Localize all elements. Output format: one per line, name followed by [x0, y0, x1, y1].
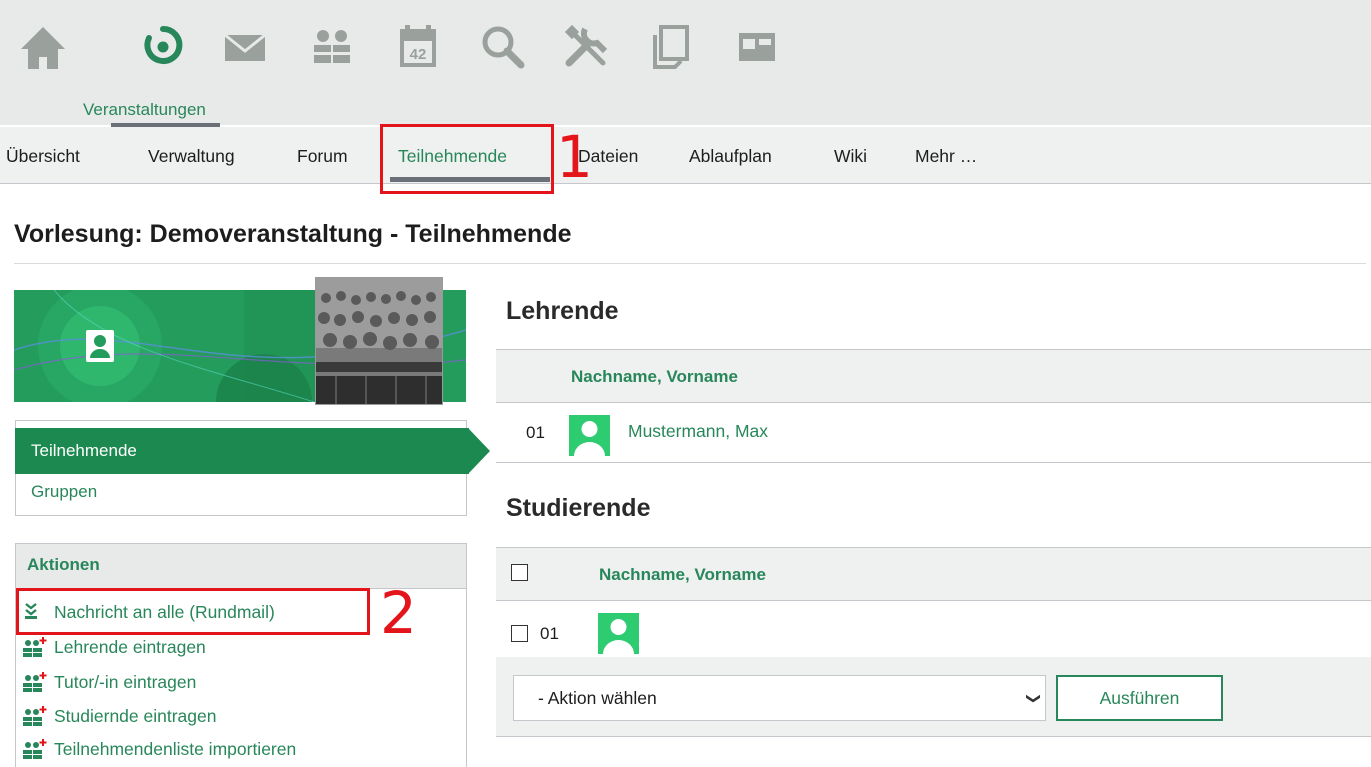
tab-wiki[interactable]: Wiki	[834, 146, 867, 167]
user-avatar-icon	[603, 619, 634, 654]
column-name-sort[interactable]: Nachname, Vorname	[571, 367, 738, 387]
search-icon[interactable]	[472, 16, 534, 78]
tab-teilnehmende[interactable]: Teilnehmende	[398, 146, 507, 167]
divider	[496, 462, 1371, 463]
sidebar-item-gruppen[interactable]: Gruppen	[31, 482, 97, 502]
action-select[interactable]: - Aktion wählen	[513, 675, 1046, 721]
row-number: 01	[540, 624, 559, 643]
add-person-icon	[23, 672, 47, 692]
action-label: Teilnehmendenliste importieren	[54, 738, 297, 759]
action-rundmail[interactable]: Nachricht an alle (Rundmail)	[22, 599, 275, 625]
active-tab-indicator	[390, 177, 550, 182]
column-name-sort[interactable]: Nachname, Vorname	[599, 565, 766, 585]
action-lehrende-eintragen[interactable]: Lehrende eintragen	[22, 634, 206, 660]
chevron-down-icon[interactable]: ❯	[1025, 693, 1042, 705]
action-label: Tutor/-in eintragen	[54, 671, 197, 692]
execute-button[interactable]: Ausführen	[1056, 675, 1223, 721]
add-person-icon	[23, 637, 47, 657]
course-navigation: Übersicht Verwaltung Forum Teilnehmende …	[0, 127, 1371, 184]
action-liste-importieren[interactable]: Teilnehmendenliste importieren	[22, 736, 296, 762]
tab-ablaufplan[interactable]: Ablaufplan	[689, 146, 772, 167]
students-table-header: Nachname, Vorname	[496, 547, 1371, 601]
active-item-arrow	[468, 428, 490, 474]
action-select-value: - Aktion wählen	[538, 687, 657, 708]
select-all-checkbox[interactable]	[511, 564, 528, 581]
row-number: 01	[526, 423, 545, 442]
lecturers-table-header: Nachname, Vorname	[496, 349, 1371, 403]
divider	[14, 263, 1366, 264]
avatar	[569, 415, 610, 456]
home-icon[interactable]	[12, 16, 74, 78]
add-person-icon	[23, 739, 47, 759]
community-icon[interactable]	[301, 16, 363, 78]
actions-title: Aktionen	[27, 555, 100, 574]
mail-all-icon	[25, 603, 37, 619]
lecturer-name-link[interactable]: Mustermann, Max	[628, 421, 768, 442]
calendar-day: 42	[410, 46, 427, 63]
tab-forum[interactable]: Forum	[297, 146, 348, 167]
action-label: Studiernde eintragen	[54, 705, 217, 726]
files-icon[interactable]	[640, 16, 702, 78]
avatar	[598, 613, 639, 654]
active-nav-label[interactable]: Veranstaltungen	[83, 100, 206, 120]
tab-verwaltung[interactable]: Verwaltung	[148, 146, 235, 167]
browse-icon[interactable]	[726, 16, 788, 78]
tools-icon[interactable]	[556, 16, 618, 78]
messages-icon[interactable]	[214, 16, 276, 78]
annotation-number-2: 2	[380, 579, 417, 647]
user-avatar-icon	[574, 421, 605, 456]
action-studierende-eintragen[interactable]: Studiernde eintragen	[22, 703, 216, 729]
action-label: Nachricht an alle (Rundmail)	[54, 601, 275, 622]
action-label: Lehrende eintragen	[54, 636, 206, 657]
courses-icon[interactable]	[132, 16, 194, 78]
course-photo	[315, 277, 443, 405]
students-title: Studierende	[506, 494, 651, 522]
action-tutor-eintragen[interactable]: Tutor/-in eintragen	[22, 669, 196, 695]
page-title: Vorlesung: Demoveranstaltung - Teilnehme…	[14, 220, 572, 248]
tab-uebersicht[interactable]: Übersicht	[6, 146, 80, 167]
sidebar-item-label[interactable]: Teilnehmende	[31, 441, 137, 461]
calendar-icon[interactable]: 42	[387, 16, 449, 78]
tab-mehr[interactable]: Mehr …	[915, 146, 977, 167]
lecturers-title: Lehrende	[506, 297, 619, 325]
row-checkbox[interactable]	[511, 625, 528, 642]
annotation-number-1: 1	[556, 123, 593, 191]
add-person-icon	[23, 706, 47, 726]
